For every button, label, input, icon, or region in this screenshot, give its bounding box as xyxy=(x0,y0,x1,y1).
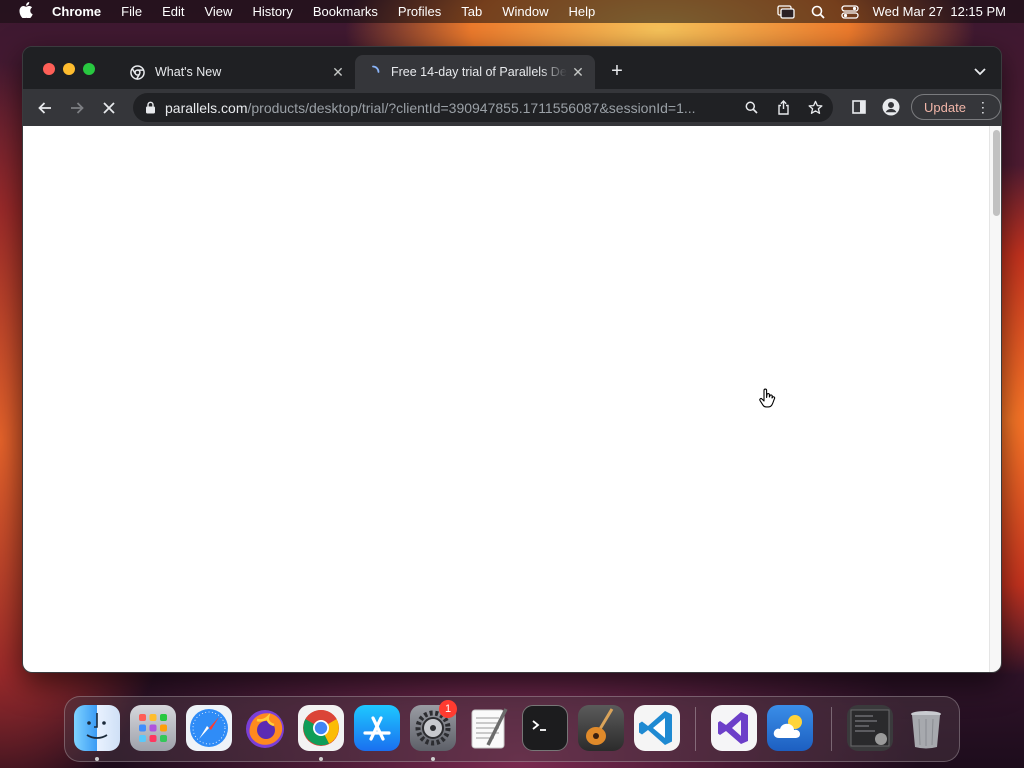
share-icon[interactable] xyxy=(769,94,797,122)
finder-running-dot xyxy=(95,757,99,761)
tab-title: What's New xyxy=(155,65,222,79)
launchpad-icon[interactable] xyxy=(130,705,176,751)
downloads-stack-icon[interactable] xyxy=(847,705,893,751)
visual-studio-icon[interactable] xyxy=(711,705,757,751)
tab-title: Free 14-day trial of Parallels Desktop xyxy=(391,65,567,79)
finder-icon[interactable] xyxy=(74,705,120,751)
profile-avatar-icon[interactable] xyxy=(875,93,907,121)
url-host: parallels.com xyxy=(165,99,248,116)
menu-help[interactable]: Help xyxy=(559,4,606,19)
app-store-icon[interactable] xyxy=(354,705,400,751)
url-path: /products/desktop/trial/?clientId=390947… xyxy=(247,99,696,116)
zoom-window-button[interactable] xyxy=(83,63,95,75)
menu-bookmarks[interactable]: Bookmarks xyxy=(303,4,388,19)
menu-profiles[interactable]: Profiles xyxy=(388,4,451,19)
page-scrollbar[interactable] xyxy=(989,126,1001,672)
garageband-icon[interactable] xyxy=(578,705,624,751)
spotlight-search-icon[interactable] xyxy=(809,5,827,19)
weather-icon[interactable] xyxy=(767,705,813,751)
close-tab-icon[interactable]: ✕ xyxy=(327,64,349,81)
hand-pointer-cursor-icon xyxy=(758,388,776,410)
page-content-loading[interactable] xyxy=(23,126,989,672)
side-panel-icon[interactable] xyxy=(843,93,875,121)
menu-view[interactable]: View xyxy=(194,4,242,19)
vscode-icon[interactable] xyxy=(634,705,680,751)
control-center-icon[interactable] xyxy=(840,4,859,19)
tab-whats-new[interactable]: What's New ✕ xyxy=(119,55,355,89)
screen-mirroring-icon[interactable] xyxy=(776,4,795,19)
address-bar[interactable]: parallels.com/products/desktop/trial/?cl… xyxy=(133,93,833,122)
textedit-icon[interactable] xyxy=(466,705,512,751)
menu-window[interactable]: Window xyxy=(492,4,558,19)
close-tab-icon[interactable]: ✕ xyxy=(567,64,589,81)
chrome-icon xyxy=(129,64,145,80)
terminal-icon[interactable] xyxy=(522,705,568,751)
trash-icon[interactable] xyxy=(903,705,949,751)
menu-edit[interactable]: Edit xyxy=(152,4,194,19)
stop-loading-button[interactable] xyxy=(93,94,125,122)
menu-bar: Chrome File Edit View History Bookmarks … xyxy=(0,0,1024,23)
window-controls xyxy=(43,63,95,75)
chrome-running-dot xyxy=(319,757,323,761)
lock-icon[interactable] xyxy=(143,101,157,114)
menu-app-name[interactable]: Chrome xyxy=(52,4,111,19)
loading-spinner-icon xyxy=(365,64,381,80)
minimize-window-button[interactable] xyxy=(63,63,75,75)
browser-toolbar: parallels.com/products/desktop/trial/?cl… xyxy=(23,89,1001,126)
dock-separator xyxy=(695,707,696,751)
new-tab-button[interactable]: + xyxy=(607,61,627,82)
dock: 1 xyxy=(64,696,960,762)
url-text[interactable]: parallels.com/products/desktop/trial/?cl… xyxy=(165,100,737,116)
forward-button[interactable] xyxy=(61,94,93,122)
tab-parallels-trial[interactable]: Free 14-day trial of Parallels Desktop ✕ xyxy=(355,55,595,89)
dock-separator xyxy=(831,707,832,751)
menu-history[interactable]: History xyxy=(242,4,302,19)
update-chrome-button[interactable]: Update ⋮ xyxy=(911,94,1001,120)
menu-file[interactable]: File xyxy=(111,4,152,19)
safari-icon[interactable] xyxy=(186,705,232,751)
close-window-button[interactable] xyxy=(43,63,55,75)
bookmark-star-icon[interactable] xyxy=(801,94,829,122)
google-chrome-icon[interactable] xyxy=(298,705,344,751)
menu-tab[interactable]: Tab xyxy=(451,4,492,19)
update-label: Update xyxy=(924,99,966,115)
chrome-window: What's New ✕ Free 14-day trial of Parall… xyxy=(22,46,1002,673)
zoom-search-icon[interactable] xyxy=(737,94,765,122)
more-options-icon[interactable]: ⋮ xyxy=(976,100,990,114)
tab-strip: What's New ✕ Free 14-day trial of Parall… xyxy=(23,47,1001,89)
firefox-icon[interactable] xyxy=(242,705,288,751)
back-button[interactable] xyxy=(29,94,61,122)
scrollbar-thumb[interactable] xyxy=(993,130,1000,216)
tab-search-chevron-icon[interactable] xyxy=(973,64,987,76)
notification-badge: 1 xyxy=(439,700,457,718)
toolbar-right: Update ⋮ xyxy=(843,93,1001,121)
settings-running-dot xyxy=(431,757,435,761)
apple-menu-icon[interactable] xyxy=(0,1,52,22)
menubar-clock[interactable]: Wed Mar 27 12:15 PM xyxy=(873,4,1006,19)
